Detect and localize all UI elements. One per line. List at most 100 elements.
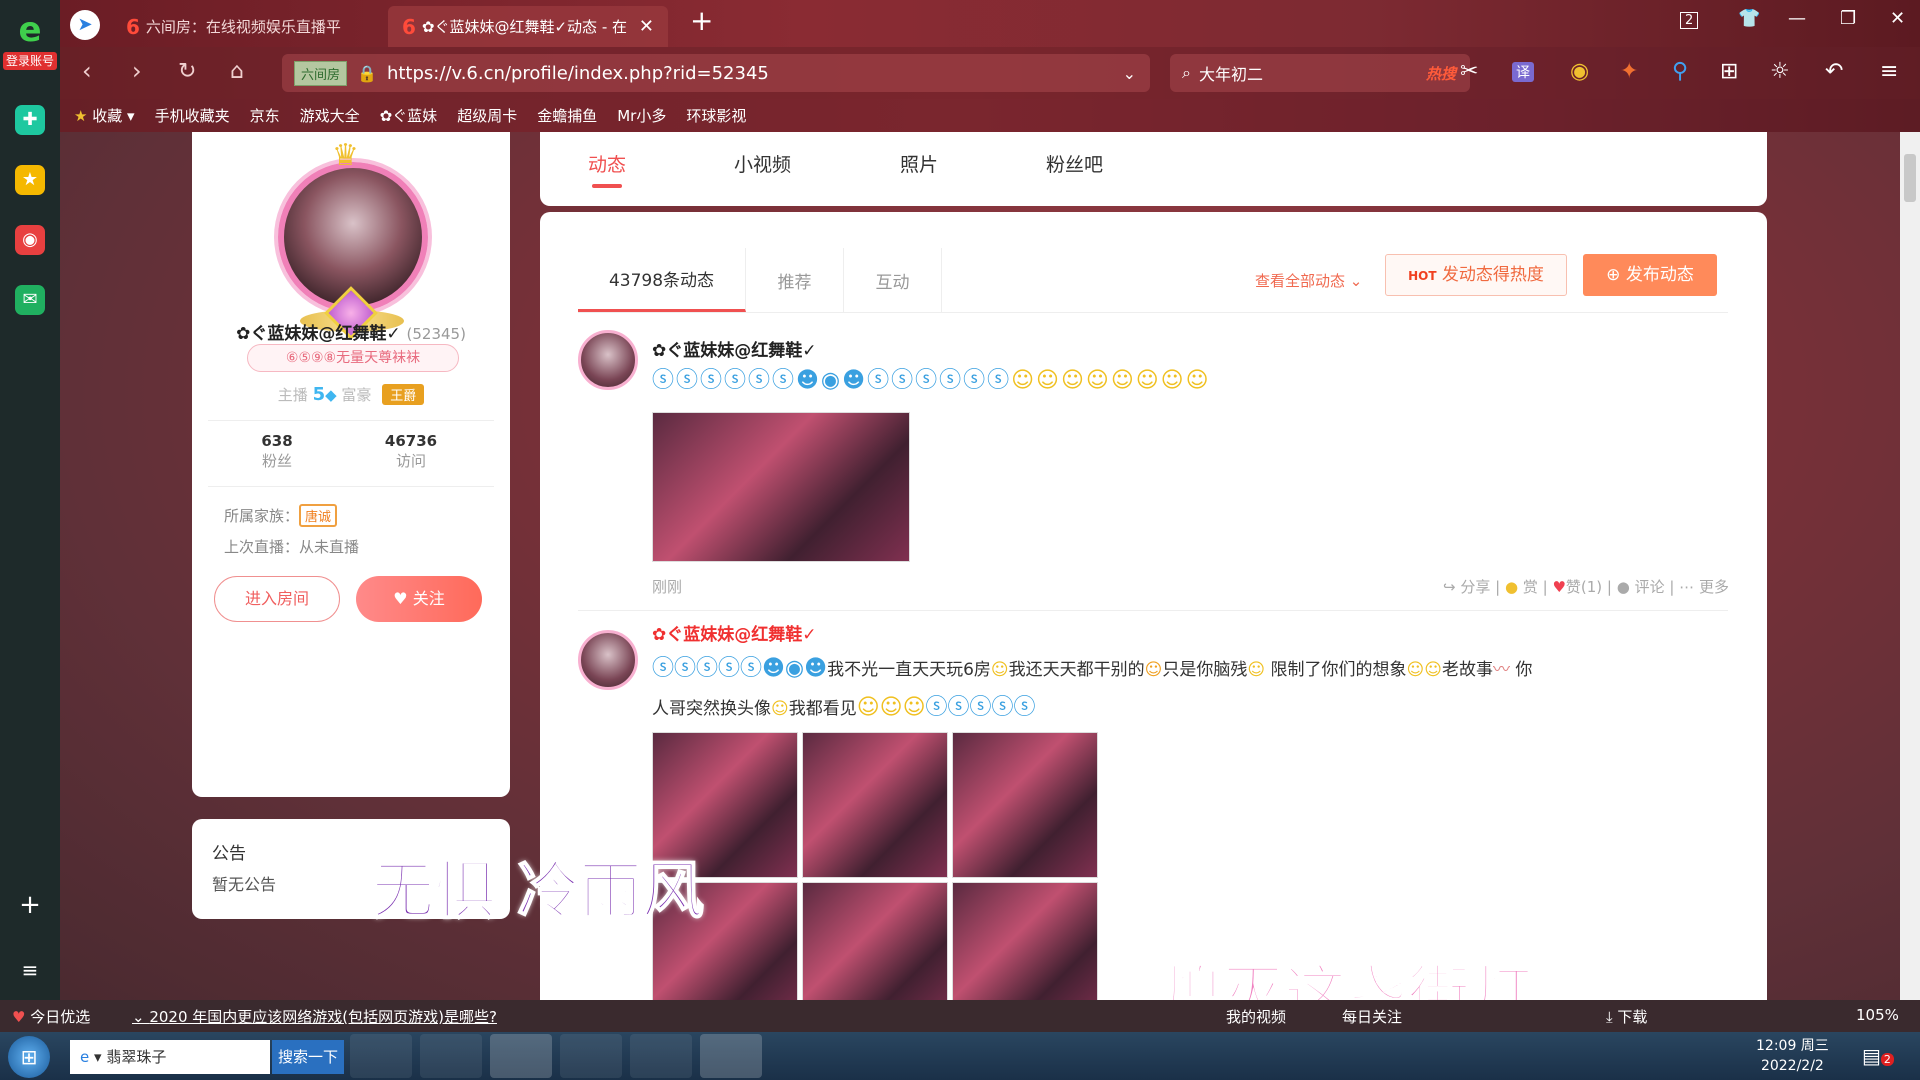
post-image[interactable] [952, 882, 1098, 1000]
post-image[interactable] [802, 732, 948, 878]
browser-task-icon[interactable] [490, 1034, 552, 1078]
emoji-row: ⓢⓢⓢⓢⓢⓢ☻◉☻ⓢⓢⓢⓢⓢⓢ☺☺☺☺☺☺☺☺ [652, 368, 1211, 393]
dropdown-chevron-icon[interactable]: ⌄ [1123, 64, 1136, 83]
restore-icon[interactable]: ❐ [1840, 8, 1856, 29]
weibo-icon[interactable]: ◉ [15, 225, 45, 255]
browser-logo-icon[interactable]: e [0, 10, 60, 50]
mail-icon[interactable]: ✉ [15, 285, 45, 315]
brightness-icon[interactable]: ☼ [1770, 59, 1790, 84]
post-time: 刚刚 [652, 578, 683, 596]
download-button[interactable]: ⤓ 下载 [1606, 1006, 1647, 1027]
tab-recommend[interactable]: 推荐 [746, 248, 844, 312]
grid-apps-icon[interactable]: ⊞ [1720, 59, 1738, 84]
app-task-icon[interactable] [700, 1034, 762, 1078]
tab-photos[interactable]: 照片 [900, 150, 938, 177]
post-username[interactable]: ✿ぐ蓝妹妹@红舞鞋✓ [652, 620, 817, 645]
view-all-dropdown[interactable]: 查看全部动态 ⌄ [1255, 270, 1362, 291]
minimize-icon[interactable]: — [1788, 8, 1806, 29]
bookmark-item[interactable]: 金蟾捕鱼 [537, 105, 597, 126]
menu-icon[interactable]: ≡ [1880, 59, 1898, 84]
post-avatar[interactable] [578, 630, 638, 690]
bookmark-item[interactable]: Mr小多 [617, 105, 666, 126]
feed-card: 43798条动态 推荐 互动 查看全部动态 ⌄ HOT 发动态得热度 ⊕ 发布动… [540, 212, 1767, 1000]
tab-liujianfang[interactable]: 6 六间房：在线视频娱乐直播平 [112, 6, 382, 47]
folder-task-icon[interactable] [630, 1034, 692, 1078]
publish-post-button[interactable]: ⊕ 发布动态 [1583, 254, 1717, 296]
clock[interactable]: 12:09 周三 2022/2/2 [1756, 1036, 1829, 1076]
post-username[interactable]: ✿ぐ蓝妹妹@红舞鞋✓ [652, 336, 817, 361]
tab-count-badge[interactable]: 2 [1680, 12, 1699, 29]
tab-all-posts[interactable]: 43798条动态 [578, 248, 746, 312]
skin-shirt-icon[interactable]: 👕 [1738, 8, 1760, 29]
like-action[interactable]: ♥赞(1) [1552, 578, 1602, 596]
comment-action[interactable]: ● 评论 [1617, 578, 1665, 596]
more-action[interactable]: ⋯ 更多 [1679, 578, 1729, 596]
fans-stat[interactable]: 638 粉丝 [222, 432, 332, 471]
tab-fan-bar[interactable]: 粉丝吧 [1046, 150, 1103, 177]
ie-search-box[interactable]: e ▾ 翡翠珠子 [70, 1040, 270, 1074]
add-sidebar-icon[interactable]: + [15, 890, 45, 920]
ie-icon: e [80, 1048, 90, 1066]
search-button[interactable]: 搜索一下 [272, 1040, 344, 1074]
translate-icon[interactable]: 译 [1512, 62, 1534, 82]
coin-icon[interactable]: ◉ [1570, 59, 1589, 84]
ie-task-icon[interactable] [420, 1034, 482, 1078]
favorites-star-icon[interactable]: ★ [15, 165, 45, 195]
kugou-task-icon[interactable] [350, 1034, 412, 1078]
plus-app-icon[interactable]: ✚ [15, 105, 45, 135]
tab-dynamics[interactable]: 动态 [588, 150, 626, 177]
today-picks[interactable]: ♥ 今日优选 [12, 1006, 90, 1027]
post-avatar[interactable] [578, 330, 638, 390]
bookmark-favorites[interactable]: ★ 收藏 ▾ [74, 105, 135, 126]
my-video-link[interactable]: 我的视频 [1226, 1006, 1286, 1027]
new-tab-button[interactable]: + [690, 4, 713, 37]
undo-icon[interactable]: ↶ [1825, 59, 1843, 84]
zoom-level[interactable]: 105% [1856, 1006, 1899, 1024]
bookmark-item[interactable]: 环球影视 [686, 105, 746, 126]
follow-button[interactable]: ♥ 关注 [356, 576, 482, 622]
home-icon[interactable]: ⌂ [230, 59, 244, 84]
divider [208, 486, 494, 487]
post-image[interactable] [952, 732, 1098, 878]
post-image[interactable] [802, 882, 948, 1000]
tab-profile-active[interactable]: 6 ✿ぐ蓝妹妹@红舞鞋✓动态 - 在 ✕ [388, 6, 668, 47]
reward-action[interactable]: ● 赏 [1505, 578, 1538, 596]
hot-search-badge[interactable]: 热搜 [1426, 63, 1456, 84]
tab-interaction[interactable]: 互动 [844, 248, 942, 312]
family-badge[interactable]: 唐诚 [299, 504, 338, 527]
notification-icon[interactable]: ▤ 2 [1862, 1044, 1894, 1068]
game-controller-icon[interactable]: ✦ [1620, 59, 1638, 84]
daily-follow-link[interactable]: 每日关注 [1342, 1006, 1402, 1027]
back-icon[interactable]: ‹ [82, 57, 92, 85]
address-field[interactable]: 六间房 🔒 https://v.6.cn/profile/index.php?r… [282, 54, 1150, 92]
enter-room-button[interactable]: 进入房间 [214, 576, 340, 622]
active-tab-indicator [592, 184, 622, 188]
forward-icon[interactable]: › [132, 57, 142, 85]
sidebar-menu-icon[interactable]: ≡ [15, 955, 45, 985]
bookmark-item[interactable]: ✿ぐ蓝妹 [380, 105, 438, 126]
close-tab-icon[interactable]: ✕ [639, 16, 654, 37]
bookmark-item[interactable]: 京东 [250, 105, 280, 126]
chrome-task-icon[interactable] [560, 1034, 622, 1078]
site-badge: 六间房 [294, 60, 348, 86]
login-account-button[interactable]: 登录账号 [3, 52, 57, 70]
share-action[interactable]: ↪ 分享 [1443, 578, 1490, 596]
tab-short-video[interactable]: 小视频 [734, 150, 791, 177]
close-window-icon[interactable]: ✕ [1890, 8, 1905, 29]
search-input[interactable]: ⌕ 大年初二 热搜 [1170, 54, 1470, 92]
scissors-icon[interactable]: ✂ [1460, 59, 1478, 84]
news-link[interactable]: ⌄ 2020 年国内更应该网络游戏(包括网页游戏)是哪些? [132, 1006, 497, 1027]
refresh-icon[interactable]: ↻ [178, 59, 196, 84]
magnifier-icon[interactable]: ⚲ [1672, 59, 1688, 84]
start-button-icon[interactable]: ⊞ [8, 1036, 50, 1078]
bookmark-item[interactable]: 手机收藏夹 [155, 105, 230, 126]
scrollbar-thumb[interactable] [1904, 154, 1916, 202]
url-text[interactable]: https://v.6.cn/profile/index.php?rid=523… [387, 63, 769, 84]
page-scrollbar[interactable] [1900, 132, 1920, 1000]
bookmarks-bar: ★ 收藏 ▾ 手机收藏夹 京东 游戏大全 ✿ぐ蓝妹 超级周卡 金蟾捕鱼 Mr小多… [60, 99, 1920, 132]
bookmark-item[interactable]: 超级周卡 [457, 105, 517, 126]
hot-post-button[interactable]: HOT 发动态得热度 [1385, 254, 1567, 296]
bookmark-item[interactable]: 游戏大全 [300, 105, 360, 126]
post-image[interactable] [652, 412, 910, 562]
navigation-arrow-icon[interactable]: ➤ [70, 10, 100, 40]
